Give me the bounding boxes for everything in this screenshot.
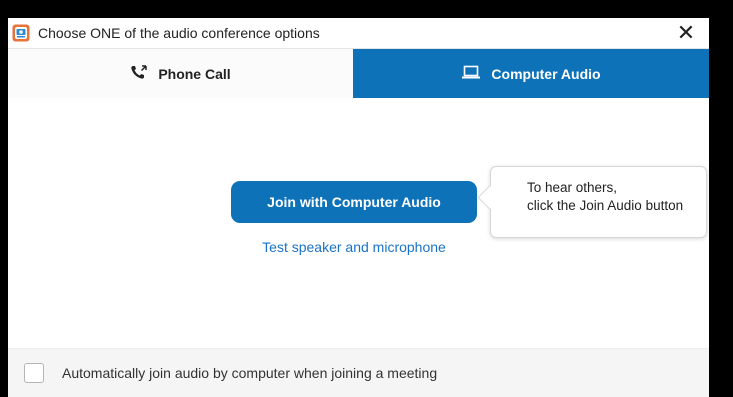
join-with-computer-audio-button[interactable]: Join with Computer Audio [231,181,477,223]
phone-icon [130,64,158,83]
audio-options-dialog: Choose ONE of the audio conference optio… [8,18,709,397]
close-button[interactable]: ✕ [671,18,701,48]
zoom-app-icon [12,24,30,42]
tooltip-line-2: click the Join Audio button [527,198,684,213]
test-speaker-microphone-link[interactable]: Test speaker and microphone [231,239,477,255]
tooltip-arrow [477,185,502,210]
audio-tabs: Phone Call Computer Audio [8,48,709,129]
laptop-icon [461,64,491,83]
computer-audio-panel: Join with Computer Audio Test speaker an… [8,98,709,348]
tab-phone-call-label: Phone Call [158,65,231,82]
dialog-title: Choose ONE of the audio conference optio… [38,25,320,41]
tab-phone-call[interactable]: Phone Call [8,49,353,98]
tab-computer-audio[interactable]: Computer Audio [353,49,709,98]
join-audio-tooltip: To hear others, click the Join Audio but… [477,166,707,238]
tooltip-line-1: To hear others, [527,180,618,195]
tab-computer-audio-label: Computer Audio [491,65,601,82]
tooltip-text: To hear others, click the Join Audio but… [527,179,683,215]
footer-bar: Automatically join audio by computer whe… [8,348,709,397]
title-bar: Choose ONE of the audio conference optio… [8,18,709,48]
auto-join-audio-checkbox[interactable] [24,363,44,383]
auto-join-audio-label[interactable]: Automatically join audio by computer whe… [62,349,437,397]
